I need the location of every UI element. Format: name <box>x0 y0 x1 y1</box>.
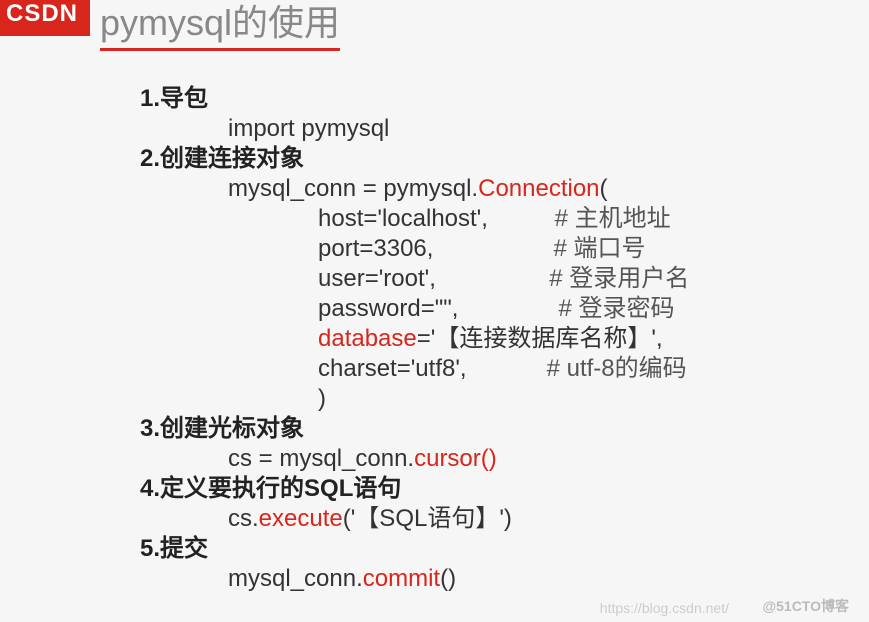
code-keyword: cursor() <box>414 445 497 472</box>
code-line: cs = mysql_conn.cursor() <box>140 444 689 474</box>
code-text: mysql_conn = pymysql. <box>228 175 478 202</box>
param-line: host='localhost', # 主机地址 <box>140 204 689 234</box>
step-heading: 2.创建连接对象 <box>140 144 689 174</box>
watermark-url: https://blog.csdn.net/ <box>600 600 729 616</box>
code-text: mysql_conn. <box>228 565 363 592</box>
code-comment: # utf-8的编码 <box>547 355 687 382</box>
code-keyword: commit <box>363 565 440 592</box>
param-line: user='root', # 登录用户名 <box>140 264 689 294</box>
watermark-brand: @51CTO博客 <box>762 596 849 616</box>
code-text: password="", <box>318 295 458 322</box>
code-text: ) <box>318 385 326 412</box>
code-line: mysql_conn.commit() <box>140 564 689 594</box>
content-block: 1.导包 import pymysql 2.创建连接对象 mysql_conn … <box>140 84 689 594</box>
code-text: ='【连接数据库名称】', <box>417 325 663 352</box>
logo-text: CSDN <box>0 0 78 27</box>
code-line: import pymysql <box>140 114 689 144</box>
param-list: host='localhost', # 主机地址port=3306, # 端口号… <box>140 204 689 414</box>
code-line: mysql_conn = pymysql.Connection( <box>140 174 689 204</box>
param-line: ) <box>140 384 689 414</box>
param-line: charset='utf8', # utf-8的编码 <box>140 354 689 384</box>
param-line: database='【连接数据库名称】', <box>140 324 689 354</box>
code-text: charset='utf8', <box>318 355 467 382</box>
code-text: ('【SQL语句】') <box>343 505 512 532</box>
step-heading: 1.导包 <box>140 84 689 114</box>
code-line: cs.execute('【SQL语句】') <box>140 504 689 534</box>
code-text: ( <box>600 175 608 202</box>
code-keyword: Connection <box>478 175 599 202</box>
code-text: port=3306, <box>318 235 433 262</box>
code-keyword: execute <box>259 505 343 532</box>
code-text: cs. <box>228 505 259 532</box>
step-heading: 3.创建光标对象 <box>140 414 689 444</box>
code-text: host='localhost', <box>318 205 488 232</box>
page-title: pymysql的使用 <box>100 0 340 51</box>
code-text: user='root', <box>318 265 436 292</box>
code-keyword: database <box>318 325 417 352</box>
code-comment: # 端口号 <box>553 235 645 262</box>
code-comment: # 登录用户名 <box>549 265 689 292</box>
step-heading: 4.定义要执行的SQL语句 <box>140 474 689 504</box>
code-text: cs = mysql_conn. <box>228 445 414 472</box>
param-line: port=3306, # 端口号 <box>140 234 689 264</box>
code-comment: # 登录密码 <box>558 295 674 322</box>
code-comment: # 主机地址 <box>555 205 671 232</box>
logo-badge: CSDN <box>0 0 90 36</box>
step-heading: 5.提交 <box>140 534 689 564</box>
param-line: password="", # 登录密码 <box>140 294 689 324</box>
code-text: () <box>440 565 456 592</box>
